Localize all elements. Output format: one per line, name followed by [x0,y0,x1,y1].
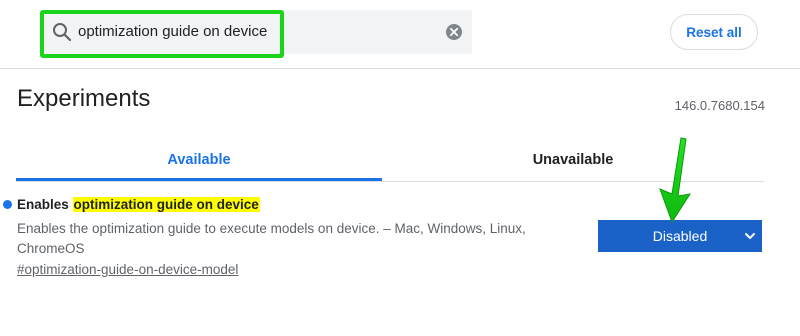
experiment-description-line: Enables the optimization guide to execut… [17,221,526,236]
page-title: Experiments [17,85,151,112]
search-icon [53,23,72,42]
version-label: 146.0.7680.154 [674,98,765,113]
experiment-title: Enables optimization guide on device [17,196,260,214]
annotation-arrow [659,137,692,224]
experiment-title-highlight: optimization guide on device [72,197,260,212]
experiment-description-line: ChromeOS [17,241,85,256]
search-input[interactable]: optimization guide on device [78,22,267,42]
reset-all-button[interactable]: Reset all [670,14,758,50]
clear-icon[interactable] [445,23,463,41]
chevron-down-icon[interactable] [744,231,756,241]
experiment-title-prefix: Enables [17,197,73,212]
experiment-modified-dot [3,200,12,209]
tab-unavailable[interactable]: Unavailable [390,140,756,180]
experiment-description: Enables the optimization guide to execut… [17,219,557,259]
experiment-permalink[interactable]: #optimization-guide-on-device-model [17,262,238,277]
tab-available[interactable]: Available [16,140,382,180]
